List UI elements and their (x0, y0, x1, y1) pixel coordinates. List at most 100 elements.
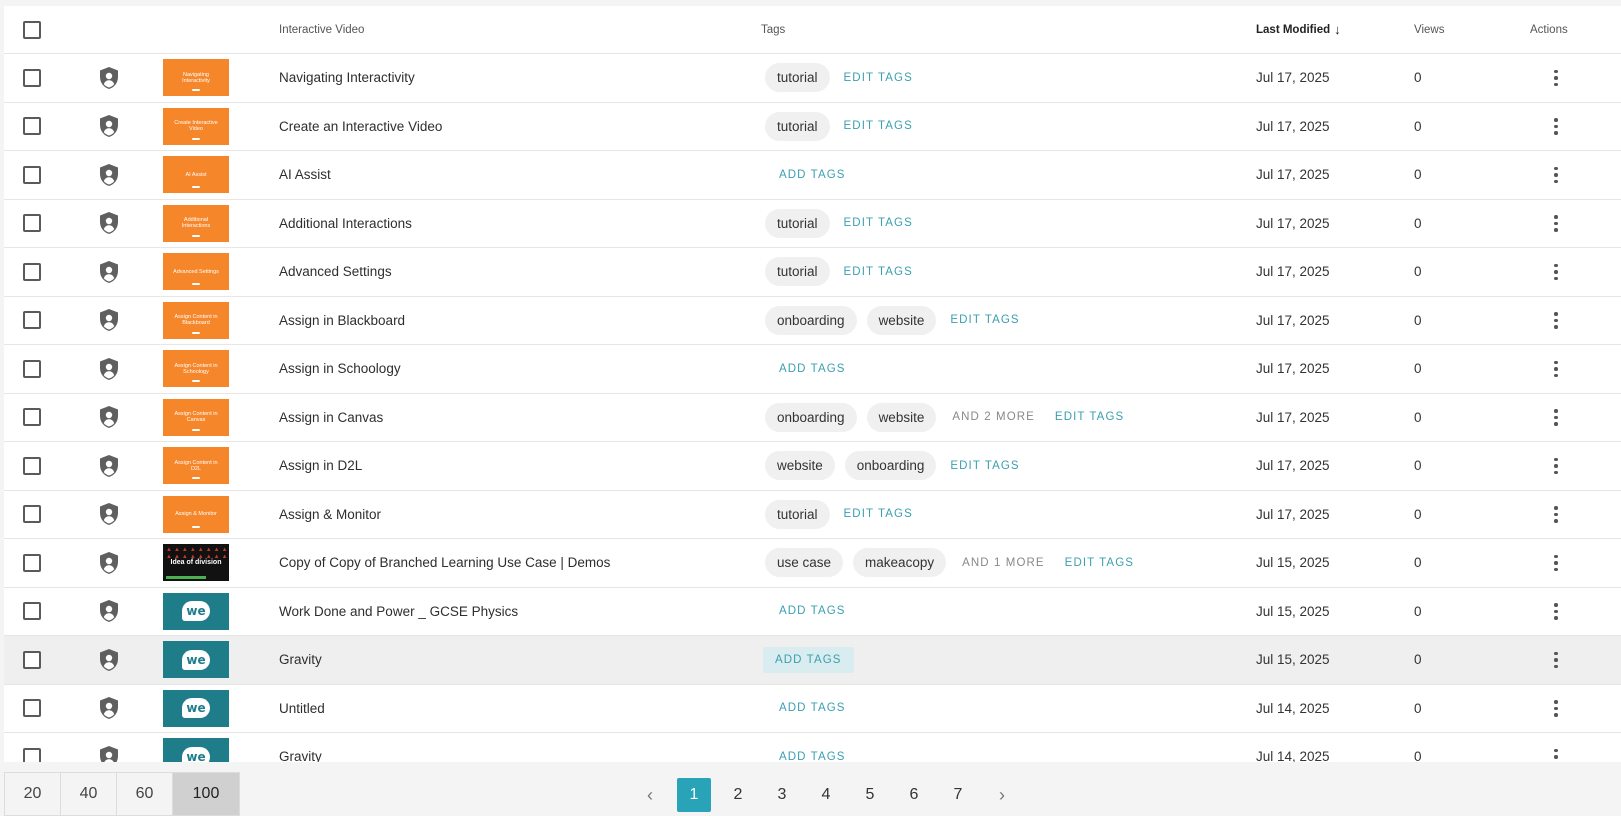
video-thumbnail[interactable]: Assign Content in D2L (163, 447, 229, 485)
video-title[interactable]: Advanced Settings (279, 248, 392, 296)
video-title[interactable]: Assign in D2L (279, 442, 362, 490)
edit-tags-button[interactable]: EDIT TAGS (840, 72, 917, 84)
video-title[interactable]: Assign in Blackboard (279, 297, 405, 345)
privacy-shield-icon[interactable] (98, 733, 120, 762)
edit-tags-button[interactable]: EDIT TAGS (840, 120, 917, 132)
video-title[interactable]: Untitled (279, 685, 325, 733)
add-tags-button[interactable]: ADD TAGS (775, 702, 850, 714)
tag-chip[interactable]: tutorial (765, 499, 830, 529)
row-checkbox[interactable] (23, 359, 41, 378)
privacy-shield-icon[interactable] (98, 539, 120, 587)
privacy-shield-icon[interactable] (98, 588, 120, 636)
more-actions-icon[interactable] (1548, 601, 1564, 622)
more-actions-icon[interactable] (1548, 650, 1564, 671)
row-checkbox[interactable] (23, 699, 41, 718)
row-checkbox[interactable] (23, 68, 41, 87)
add-tags-button[interactable]: ADD TAGS (775, 169, 850, 181)
privacy-shield-icon[interactable] (98, 394, 120, 442)
video-thumbnail[interactable]: we (163, 689, 229, 727)
tag-chip[interactable]: makeacopy (853, 548, 947, 578)
privacy-shield-icon[interactable] (98, 345, 120, 393)
edit-tags-button[interactable]: EDIT TAGS (1051, 411, 1128, 423)
select-all-checkbox[interactable] (23, 20, 41, 39)
privacy-shield-icon[interactable] (98, 200, 120, 248)
more-actions-icon[interactable] (1548, 68, 1564, 89)
page-2-button[interactable]: 2 (716, 778, 760, 812)
video-thumbnail[interactable]: ▲▲▲▲▲▲▲▲ ▲▲▲▲▲▲▲▲ Idea of division (163, 544, 229, 582)
more-actions-icon[interactable] (1548, 359, 1564, 380)
more-actions-icon[interactable] (1548, 262, 1564, 283)
tag-chip[interactable]: website (866, 305, 937, 335)
video-thumbnail[interactable]: AI Assist (163, 156, 229, 194)
more-actions-icon[interactable] (1548, 165, 1564, 186)
video-thumbnail[interactable]: Assign Content in Schoology (163, 350, 229, 388)
video-title[interactable]: Gravity (279, 636, 322, 684)
privacy-shield-icon[interactable] (98, 151, 120, 199)
privacy-shield-icon[interactable] (98, 685, 120, 733)
edit-tags-button[interactable]: EDIT TAGS (946, 314, 1023, 326)
row-checkbox[interactable] (23, 311, 41, 330)
video-thumbnail[interactable]: Assign Content in Canvas (163, 398, 229, 436)
edit-tags-button[interactable]: EDIT TAGS (840, 217, 917, 229)
add-tags-button[interactable]: ADD TAGS (775, 605, 850, 617)
more-actions-icon[interactable] (1548, 747, 1564, 762)
edit-tags-button[interactable]: EDIT TAGS (946, 460, 1023, 472)
video-thumbnail[interactable]: we (163, 738, 229, 762)
privacy-shield-icon[interactable] (98, 103, 120, 151)
video-title[interactable]: Create an Interactive Video (279, 103, 442, 151)
row-checkbox[interactable] (23, 747, 41, 762)
tag-chip[interactable]: onboarding (765, 305, 857, 335)
row-checkbox[interactable] (23, 505, 41, 524)
privacy-shield-icon[interactable] (98, 248, 120, 296)
video-title[interactable]: AI Assist (279, 151, 331, 199)
add-tags-button[interactable]: ADD TAGS (775, 363, 850, 375)
more-actions-icon[interactable] (1548, 213, 1564, 234)
more-actions-icon[interactable] (1548, 504, 1564, 525)
video-thumbnail[interactable]: Additional Interactions (163, 204, 229, 242)
video-thumbnail[interactable]: Navigating Interactivity (163, 59, 229, 97)
video-thumbnail[interactable]: we (163, 641, 229, 679)
edit-tags-button[interactable]: EDIT TAGS (840, 508, 917, 520)
tag-chip[interactable]: tutorial (765, 63, 830, 93)
more-actions-icon[interactable] (1548, 698, 1564, 719)
privacy-shield-icon[interactable] (98, 442, 120, 490)
row-checkbox[interactable] (23, 650, 41, 669)
more-actions-icon[interactable] (1548, 553, 1564, 574)
video-title[interactable]: Assign in Schoology (279, 345, 401, 393)
video-title[interactable]: Gravity (279, 733, 322, 762)
more-actions-icon[interactable] (1548, 310, 1564, 331)
edit-tags-button[interactable]: EDIT TAGS (1061, 557, 1138, 569)
tag-chip[interactable]: website (765, 451, 835, 481)
more-actions-icon[interactable] (1548, 116, 1564, 137)
page-6-button[interactable]: 6 (892, 778, 936, 812)
row-checkbox[interactable] (23, 165, 41, 184)
page-size-20[interactable]: 20 (5, 773, 61, 815)
row-checkbox[interactable] (23, 262, 41, 281)
more-tags-link[interactable]: AND 1 MORE (956, 557, 1051, 569)
page-5-button[interactable]: 5 (848, 778, 892, 812)
row-checkbox[interactable] (23, 214, 41, 233)
more-actions-icon[interactable] (1548, 407, 1564, 428)
page-size-100[interactable]: 100 (173, 773, 239, 815)
add-tags-button[interactable]: ADD TAGS (775, 751, 850, 762)
tag-chip[interactable]: tutorial (765, 208, 830, 238)
tag-chip[interactable]: use case (765, 548, 844, 578)
tag-chip[interactable]: website (866, 402, 937, 432)
row-checkbox[interactable] (23, 408, 41, 427)
page-1-button[interactable]: 1 (677, 778, 711, 812)
video-thumbnail[interactable]: Create Interactive Video (163, 107, 229, 145)
page-3-button[interactable]: 3 (760, 778, 804, 812)
next-page-icon[interactable]: › (980, 778, 1024, 812)
privacy-shield-icon[interactable] (98, 297, 120, 345)
tag-chip[interactable]: onboarding (844, 451, 937, 481)
row-checkbox[interactable] (23, 456, 41, 475)
page-7-button[interactable]: 7 (936, 778, 980, 812)
row-checkbox[interactable] (23, 553, 41, 572)
video-thumbnail[interactable]: we (163, 592, 229, 630)
tag-chip[interactable]: tutorial (765, 111, 830, 141)
row-checkbox[interactable] (23, 602, 41, 621)
page-size-40[interactable]: 40 (61, 773, 117, 815)
page-4-button[interactable]: 4 (804, 778, 848, 812)
column-header-last-modified[interactable]: Last Modified ↓ (1256, 6, 1341, 53)
video-thumbnail[interactable]: Assign & Monitor (163, 495, 229, 533)
